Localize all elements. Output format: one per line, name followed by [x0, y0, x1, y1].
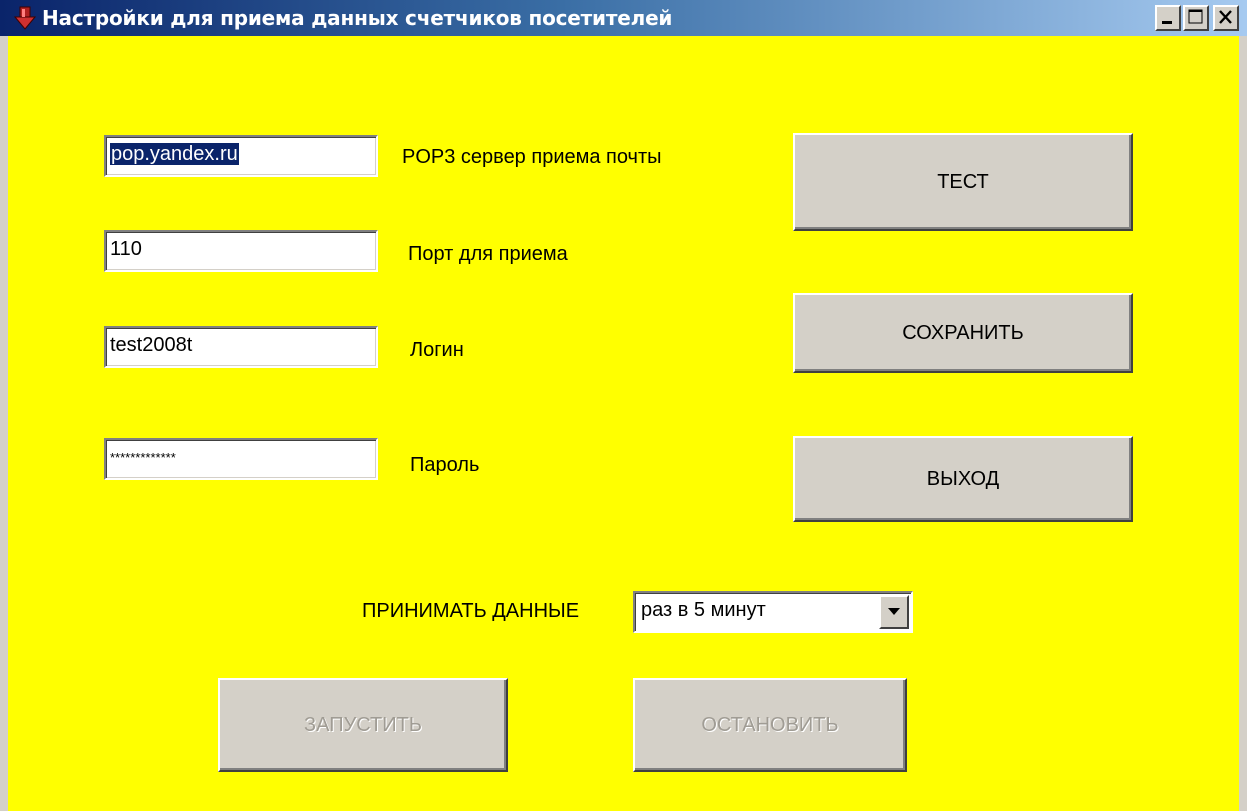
- app-icon: [14, 6, 36, 30]
- maximize-button[interactable]: [1183, 5, 1209, 31]
- stop-button[interactable]: ОСТАНОВИТЬ: [633, 678, 907, 772]
- pop3-server-input[interactable]: pop.yandex.ru: [104, 135, 378, 177]
- start-button[interactable]: ЗАПУСТИТЬ: [218, 678, 508, 772]
- exit-button-label: ВЫХОД: [926, 467, 1000, 490]
- port-value: 110: [110, 238, 142, 260]
- chevron-down-icon: [888, 608, 900, 615]
- test-button[interactable]: ТЕСТ: [793, 133, 1133, 231]
- port-label: Порт для приема: [408, 243, 568, 265]
- password-label: Пароль: [410, 454, 480, 476]
- save-button-label: СОХРАНИТЬ: [902, 321, 1024, 344]
- exit-button[interactable]: ВЫХОД: [793, 436, 1133, 522]
- port-input[interactable]: 110: [104, 230, 378, 272]
- password-value: *************: [110, 450, 176, 465]
- form-area: pop.yandex.ru POP3 сервер приема почты 1…: [8, 36, 1239, 811]
- window-title: Настройки для приема данных счетчиков по…: [42, 6, 673, 30]
- login-label: Логин: [410, 339, 464, 361]
- pop3-server-value: pop.yandex.ru: [110, 143, 239, 165]
- receive-data-label: ПРИНИМАТЬ ДАННЫЕ: [362, 600, 580, 622]
- login-input[interactable]: test2008t: [104, 326, 378, 368]
- maximize-icon: [1188, 9, 1203, 24]
- close-icon: [1219, 10, 1232, 24]
- receive-interval-value: раз в 5 минут: [641, 599, 766, 621]
- title-bar[interactable]: Настройки для приема данных счетчиков по…: [0, 0, 1247, 36]
- password-input[interactable]: *************: [104, 438, 378, 480]
- close-button[interactable]: [1213, 5, 1239, 31]
- start-button-label: ЗАПУСТИТЬ: [304, 713, 422, 736]
- pop3-server-label: POP3 сервер приема почты: [402, 146, 662, 168]
- receive-interval-select[interactable]: раз в 5 минут: [633, 591, 913, 633]
- settings-window: Настройки для приема данных счетчиков по…: [0, 0, 1247, 811]
- save-button[interactable]: СОХРАНИТЬ: [793, 293, 1133, 373]
- stop-button-label: ОСТАНОВИТЬ: [701, 713, 839, 736]
- dropdown-button[interactable]: [879, 595, 909, 629]
- minimize-icon: [1162, 21, 1172, 24]
- minimize-button[interactable]: [1155, 5, 1181, 31]
- login-value: test2008t: [110, 334, 193, 356]
- test-button-label: ТЕСТ: [937, 170, 989, 193]
